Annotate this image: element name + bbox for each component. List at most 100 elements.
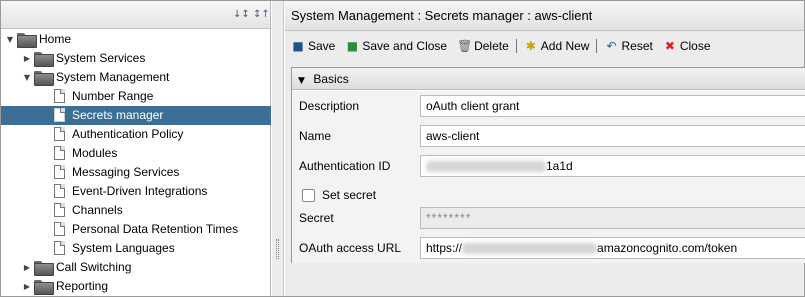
tree-node-messaging-services[interactable]: Messaging Services [1, 163, 271, 182]
authentication-id-field[interactable]: 1a1d [420, 155, 805, 177]
tree-node-home[interactable]: ▼ Home [1, 30, 271, 49]
folder-icon [17, 33, 37, 48]
description-row: Description oAuth client grant [292, 91, 805, 121]
tree-node-call-switching[interactable]: ▶ Call Switching [1, 258, 271, 277]
tree-node-secrets-manager[interactable]: Secrets manager [1, 106, 271, 125]
authentication-id-row: Authentication ID 1a1d [292, 151, 805, 181]
name-field[interactable]: aws-client [420, 125, 805, 147]
tree-node-channels[interactable]: Channels [1, 201, 271, 220]
sort-ascending-icon[interactable]: ↕↑ [253, 7, 270, 23]
close-icon: ✖ [664, 39, 675, 53]
tree-node-system-management[interactable]: ▼ System Management [1, 68, 271, 87]
secret-row: Secret ******** [292, 203, 805, 233]
tree-node-label: Event-Driven Integrations [72, 184, 208, 198]
folder-icon [34, 280, 54, 295]
sort-descending-icon[interactable]: ↓↕ [233, 7, 250, 23]
authentication-id-suffix: 1a1d [546, 159, 573, 173]
redacted-text [462, 243, 598, 255]
expand-arrow-icon[interactable]: ▼ [5, 30, 15, 49]
description-field[interactable]: oAuth client grant [420, 95, 805, 117]
tree-node-label: Modules [72, 146, 118, 160]
toolbar-separator [515, 39, 517, 53]
add-new-button-label: Add New [540, 39, 590, 53]
splitter-grip-icon[interactable] [276, 239, 279, 259]
collapse-arrow-icon[interactable]: ▶ [22, 277, 32, 296]
save-close-icon: ■ [346, 39, 359, 53]
tree-node-number-range[interactable]: Number Range [1, 87, 271, 106]
save-button-label: Save [308, 39, 336, 53]
tree-node-label: Reporting [56, 279, 109, 293]
tree-node-label: Personal Data Retention Times [72, 222, 239, 236]
folder-icon [34, 261, 54, 276]
secret-label: Secret [299, 211, 334, 225]
basics-section-header[interactable]: ▼ Basics [292, 68, 805, 90]
tree-toolbar: ↓↕ ↕↑ [1, 1, 270, 29]
basics-panel: ▼ Basics Description oAuth client grant … [291, 67, 805, 263]
tree-node-label: Home [39, 32, 72, 46]
description-label: Description [299, 99, 360, 113]
collapse-arrow-icon[interactable]: ▶ [22, 49, 32, 68]
secret-field: ******** [420, 207, 805, 229]
breadcrumb: System Management : Secrets manager : aw… [285, 1, 804, 31]
basics-form: Description oAuth client grant Name aws-… [292, 91, 805, 263]
navigation-tree: ▼ Home ▶ System Services ▼ System Manage… [1, 30, 271, 296]
folder-icon [34, 52, 54, 67]
tree-node-personal-data-retention-times[interactable]: Personal Data Retention Times [1, 220, 271, 239]
document-icon [54, 184, 65, 198]
tree-node-label: Messaging Services [72, 165, 180, 179]
reset-button[interactable]: ↶ Reset [602, 36, 654, 56]
toolbar-separator [596, 39, 598, 53]
authentication-id-label: Authentication ID [299, 159, 391, 173]
oauth-url-row: OAuth access URL https:// amazoncognito.c… [292, 233, 805, 263]
set-secret-row: Set secret [292, 181, 805, 203]
tree-node-modules[interactable]: Modules [1, 144, 271, 163]
save-button[interactable]: ■ Save [289, 36, 337, 56]
folder-icon [34, 71, 54, 86]
tree-node-system-languages[interactable]: System Languages [1, 239, 271, 258]
expand-arrow-icon[interactable]: ▼ [22, 68, 32, 87]
tree-node-label: Call Switching [56, 260, 132, 274]
tree-node-authentication-policy[interactable]: Authentication Policy [1, 125, 271, 144]
trash-icon: 🗑 [457, 39, 473, 53]
close-button[interactable]: ✖ Close [661, 36, 713, 56]
collapse-arrow-icon[interactable]: ▶ [22, 258, 32, 277]
oauth-url-prefix: https:// [426, 241, 463, 255]
tree-node-label: Secrets manager [72, 108, 164, 122]
tree-node-label: Number Range [72, 89, 154, 103]
document-icon [54, 241, 65, 255]
pane-splitter[interactable] [272, 1, 284, 296]
tree-node-system-services[interactable]: ▶ System Services [1, 49, 271, 68]
action-toolbar: ■ Save ■ Save and Close 🗑 Delete ✱ Add N… [289, 36, 713, 56]
delete-button-label: Delete [474, 39, 509, 53]
tree-node-label: Authentication Policy [72, 127, 184, 141]
tree-node-label: Channels [72, 203, 123, 217]
section-title: Basics [313, 72, 349, 86]
tree-node-label: System Management [56, 70, 170, 84]
close-button-label: Close [679, 39, 711, 53]
new-document-icon: ✱ [525, 39, 536, 53]
oauth-url-suffix: amazoncognito.com/token [597, 241, 738, 255]
redacted-text [426, 161, 546, 173]
name-row: Name aws-client [292, 121, 805, 151]
tree-node-reporting[interactable]: ▶ Reporting [1, 277, 271, 296]
oauth-url-field[interactable]: https:// amazoncognito.com/token [420, 237, 805, 259]
collapse-triangle-icon[interactable]: ▼ [298, 70, 310, 92]
tree-node-event-driven-integrations[interactable]: Event-Driven Integrations [1, 182, 271, 201]
floppy-disk-icon: ■ [292, 39, 304, 53]
undo-icon: ↶ [606, 39, 617, 53]
tree-node-label: System Languages [72, 241, 175, 255]
set-secret-label: Set secret [322, 188, 377, 202]
set-secret-checkbox[interactable] [302, 189, 315, 202]
save-and-close-button[interactable]: ■ Save and Close [343, 36, 449, 56]
name-label: Name [299, 129, 332, 143]
reset-button-label: Reset [621, 39, 653, 53]
document-icon [54, 108, 65, 122]
document-icon [54, 127, 65, 141]
document-icon [54, 165, 65, 179]
add-new-button[interactable]: ✱ Add New [522, 36, 592, 56]
save-and-close-button-label: Save and Close [362, 39, 448, 53]
document-icon [54, 203, 65, 217]
document-icon [54, 146, 65, 160]
content-pane: System Management : Secrets manager : aw… [285, 1, 805, 296]
delete-button[interactable]: 🗑 Delete [455, 36, 511, 56]
